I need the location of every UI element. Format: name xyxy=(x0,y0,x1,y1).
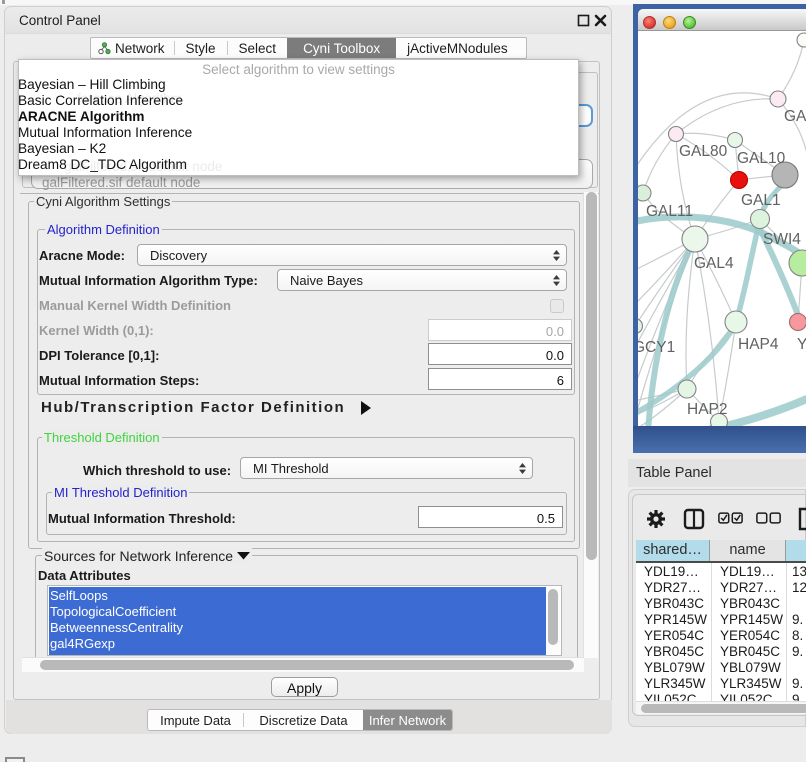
svg-text:HAP4: HAP4 xyxy=(738,336,779,353)
svg-text:GAL10: GAL10 xyxy=(737,150,786,167)
svg-text:Y: Y xyxy=(797,336,806,353)
svg-text:GAL: GAL xyxy=(784,108,806,125)
svg-text:GAL1: GAL1 xyxy=(741,192,781,209)
svg-text:GAL80: GAL80 xyxy=(679,143,728,160)
svg-text:HAP2: HAP2 xyxy=(687,401,728,418)
svg-text:GCY1: GCY1 xyxy=(638,339,675,356)
svg-text:GAL4: GAL4 xyxy=(694,255,734,272)
svg-text:SWI4: SWI4 xyxy=(763,231,801,248)
svg-text:GAL11: GAL11 xyxy=(646,203,693,220)
